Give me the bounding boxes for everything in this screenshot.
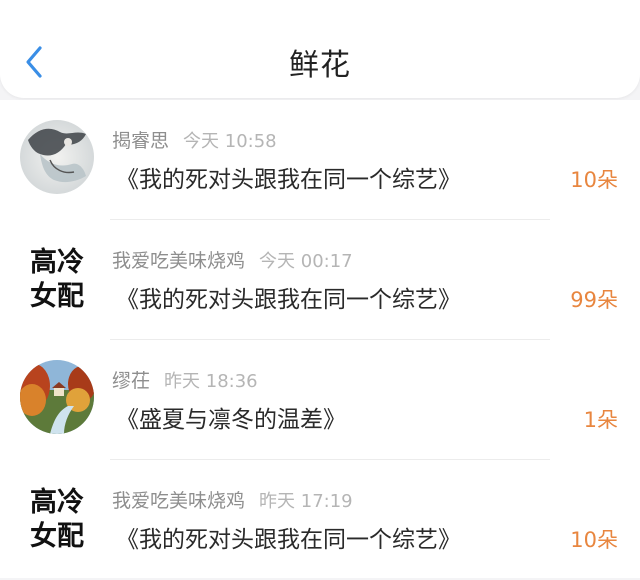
top-bar: 鲜花 xyxy=(0,0,640,98)
record-meta: 我爱吃美味烧鸡 昨天 17:19 xyxy=(112,486,353,513)
list-item[interactable]: 缪茌 昨天 18:36 《盛夏与凛冬的温差》 1朵 xyxy=(0,340,640,460)
avatar[interactable] xyxy=(20,120,94,194)
ink-figure-avatar-icon xyxy=(20,120,94,194)
list-item[interactable]: 高冷 女配 我爱吃美味烧鸡 昨天 17:19 《我的死对头跟我在同一个综艺》 10… xyxy=(0,460,640,580)
username[interactable]: 缪茌 xyxy=(112,370,150,392)
avatar-text-line: 高冷 xyxy=(30,487,84,518)
record-meta: 我爱吃美味烧鸡 今天 00:17 xyxy=(112,246,353,273)
flower-count: 1朵 xyxy=(583,408,618,432)
list-item[interactable]: 揭睿思 今天 10:58 《我的死对头跟我在同一个综艺》 10朵 xyxy=(0,100,640,220)
book-title[interactable]: 《盛夏与凛冬的温差》 xyxy=(116,400,346,434)
flower-count: 99朵 xyxy=(570,288,618,312)
avatar[interactable]: 高冷 女配 xyxy=(22,246,92,314)
avatar-text-line: 高冷 xyxy=(30,247,84,278)
timestamp: 昨天 17:19 xyxy=(259,491,353,512)
book-title[interactable]: 《我的死对头跟我在同一个综艺》 xyxy=(116,280,461,314)
flower-count: 10朵 xyxy=(570,528,618,552)
flower-record-list: 揭睿思 今天 10:58 《我的死对头跟我在同一个综艺》 10朵 高冷 女配 我爱… xyxy=(0,100,640,578)
landscape-avatar-icon xyxy=(20,360,94,434)
list-item[interactable]: 高冷 女配 我爱吃美味烧鸡 今天 00:17 《我的死对头跟我在同一个综艺》 99… xyxy=(0,220,640,340)
timestamp: 今天 10:58 xyxy=(183,131,277,152)
username[interactable]: 揭睿思 xyxy=(112,130,169,152)
page-title: 鲜花 xyxy=(289,48,351,83)
avatar[interactable]: 高冷 女配 xyxy=(22,486,92,554)
username[interactable]: 我爱吃美味烧鸡 xyxy=(112,490,245,512)
username[interactable]: 我爱吃美味烧鸡 xyxy=(112,250,245,272)
record-meta: 揭睿思 今天 10:58 xyxy=(112,126,277,153)
avatar-text-line: 女配 xyxy=(30,521,84,552)
avatar-text-line: 女配 xyxy=(30,281,84,312)
book-title[interactable]: 《我的死对头跟我在同一个综艺》 xyxy=(116,520,461,554)
avatar[interactable] xyxy=(20,360,94,434)
book-title[interactable]: 《我的死对头跟我在同一个综艺》 xyxy=(116,160,461,194)
timestamp: 昨天 18:36 xyxy=(164,371,258,392)
record-meta: 缪茌 昨天 18:36 xyxy=(112,366,258,393)
flower-count: 10朵 xyxy=(570,168,618,192)
timestamp: 今天 00:17 xyxy=(259,251,353,272)
